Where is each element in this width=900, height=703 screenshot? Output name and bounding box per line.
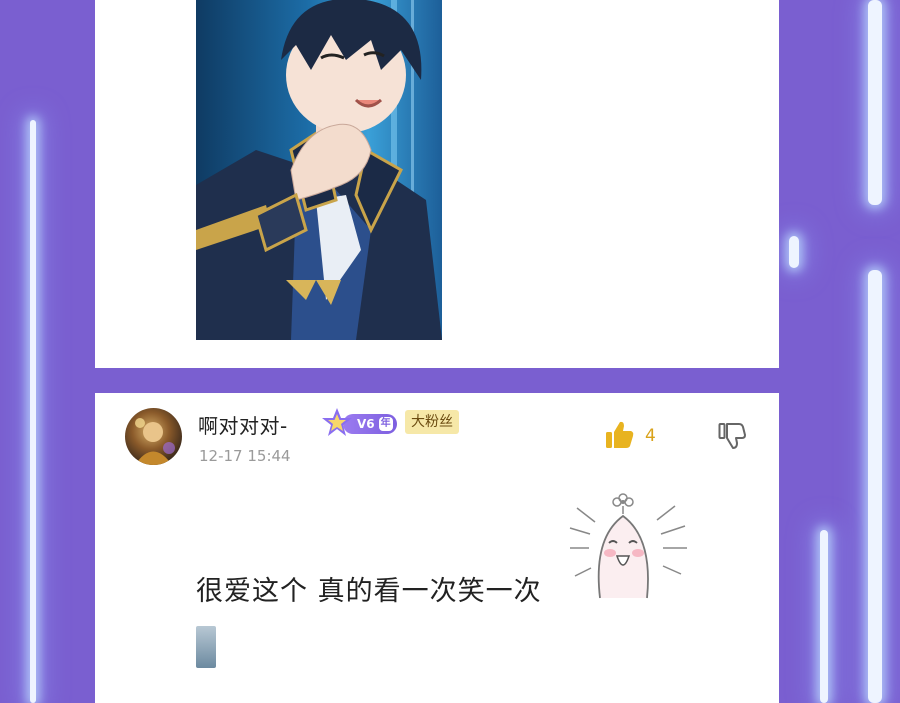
fan-level-badge: 大粉丝 [405,410,459,434]
neon-bar-right-bottom [820,530,828,703]
vip-level: V6 [357,417,375,431]
neon-bar-left [30,120,36,703]
user-avatar[interactable] [125,408,182,465]
username[interactable]: 啊对对对- [198,410,288,439]
avatar-image [135,418,175,465]
thumbs-up-icon [606,421,634,448]
neon-bar-right-long [868,270,882,703]
like-count: 4 [645,426,656,446]
comic-artwork [196,0,442,340]
character-illustration [196,0,442,340]
thumbs-down-icon [718,423,746,449]
neon-bar-right-top [868,0,882,205]
star-crown-icon [322,408,352,436]
comment-card: 啊对对对- V6 年 大粉丝 12-17 15:44 4 很爱这个 真的看一次笑… [95,393,779,703]
vip-year: 年 [378,417,393,431]
attachment-thumbnail[interactable] [196,626,216,668]
comic-panel [95,0,779,368]
neon-bar-right-short [789,236,799,268]
comment-text: 很爱这个 真的看一次笑一次 [196,576,542,607]
like-button[interactable] [603,419,635,451]
dislike-button[interactable] [717,421,747,451]
laughing-seal-sticker [569,493,687,599]
comment-timestamp: 12-17 15:44 [199,447,291,465]
